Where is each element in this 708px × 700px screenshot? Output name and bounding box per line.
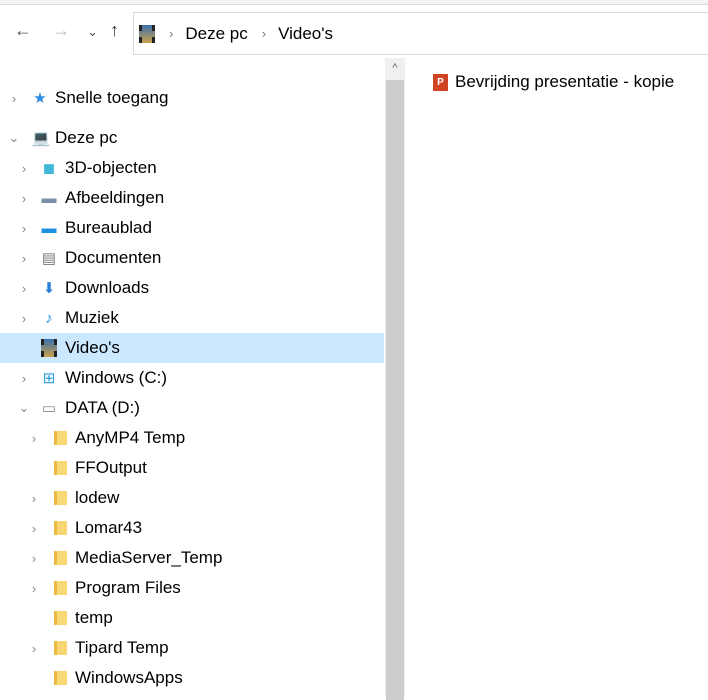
tree-item-deze-pc[interactable]: ⌄ 💻 Deze pc — [0, 123, 384, 153]
title-bar-edge — [0, 0, 708, 5]
folder-icon — [51, 549, 69, 567]
tree-item-program-files[interactable]: › Program Files — [0, 573, 384, 603]
folder-icon — [51, 669, 69, 687]
chevron-right-icon[interactable]: › — [28, 641, 40, 656]
back-button[interactable]: ← — [14, 20, 32, 41]
tree-item-muziek[interactable]: › ♪ Muziek — [0, 303, 384, 333]
forward-button[interactable]: → — [52, 20, 70, 41]
chevron-right-icon[interactable]: › — [18, 221, 30, 236]
tree-item-bureaublad[interactable]: › ▬ Bureaublad — [0, 213, 384, 243]
folder-icon — [51, 459, 69, 477]
tree-item-snelle-toegang[interactable]: › ★ Snelle toegang — [0, 83, 384, 113]
tree-item-afbeeldingen[interactable]: › ▬ Afbeeldingen — [0, 183, 384, 213]
tree-item-windows-c-[interactable]: › ⊞ Windows (C:) — [0, 363, 384, 393]
chevron-right-icon[interactable]: › — [28, 581, 40, 596]
chevron-right-icon[interactable]: › — [18, 161, 30, 176]
tree-item-downloads[interactable]: › ⬇ Downloads — [0, 273, 384, 303]
music-icon: ♪ — [45, 309, 53, 327]
chevron-right-icon[interactable]: › — [18, 191, 30, 206]
folder-icon — [51, 609, 69, 627]
chevron-right-icon[interactable]: › — [18, 371, 30, 386]
chevron-right-icon[interactable]: › — [28, 491, 40, 506]
tree-item-video-s[interactable]: Video's — [0, 333, 384, 363]
scroll-up-arrow-icon[interactable]: ^ — [385, 62, 405, 74]
tree-item-data-d-[interactable]: ⌄ ▭ DATA (D:) — [0, 393, 384, 423]
folder-icon — [51, 579, 69, 597]
tree-item-lomar43[interactable]: › Lomar43 — [0, 513, 384, 543]
breadcrumb-separator: › — [261, 26, 267, 41]
documents-icon: ▤ — [41, 250, 57, 267]
drive-icon: ▭ — [41, 400, 57, 417]
chevron-down-icon[interactable]: ⌄ — [18, 400, 30, 416]
chevron-right-icon[interactable]: › — [28, 431, 40, 446]
computer-icon: 💻 — [31, 130, 51, 147]
pictures-icon: ▬ — [41, 189, 57, 207]
chevron-right-icon[interactable]: › — [18, 281, 30, 296]
navigation-pane: › ★ Snelle toegang ⌄ 💻 Deze pc › ◼ 3D-obje… — [0, 83, 384, 693]
tree-item-windowsapps[interactable]: WindowsApps — [0, 663, 384, 693]
tree-item-mediaserver-temp[interactable]: › MediaServer_Temp — [0, 543, 384, 573]
chevron-right-icon[interactable]: › — [28, 521, 40, 536]
scrollbar-thumb[interactable] — [386, 80, 404, 700]
downloads-icon: ⬇ — [42, 280, 56, 297]
chevron-right-icon[interactable]: › — [18, 311, 30, 326]
chevron-down-icon[interactable]: ⌄ — [8, 130, 20, 146]
desktop-icon: ▬ — [41, 219, 57, 237]
breadcrumb-separator: › — [169, 26, 174, 41]
tree-item-temp[interactable]: temp — [0, 603, 384, 633]
tree-item-lodew[interactable]: › lodew — [0, 483, 384, 513]
chevron-right-icon[interactable]: › — [28, 551, 40, 566]
chevron-right-icon[interactable]: › — [8, 91, 20, 106]
tree-item-anymp4-temp[interactable]: › AnyMP4 Temp — [0, 423, 384, 453]
powerpoint-icon: P — [433, 73, 448, 91]
folder-icon — [51, 489, 69, 507]
folder-icon — [51, 639, 69, 657]
windows-drive-icon: ⊞ — [42, 370, 56, 387]
videos-icon — [139, 24, 155, 43]
breadcrumb-videos[interactable]: Video's — [278, 24, 333, 44]
folder-icon — [51, 429, 69, 447]
folder-icon — [51, 519, 69, 537]
up-button[interactable]: ↑ — [110, 20, 119, 41]
navigation-scrollbar[interactable]: ^ — [385, 58, 405, 700]
address-bar[interactable]: › Deze pc › Video's — [133, 12, 708, 55]
tree-item-tipard-temp[interactable]: › Tipard Temp — [0, 633, 384, 663]
breadcrumb-deze-pc[interactable]: Deze pc — [185, 24, 247, 44]
file-name: Bevrijding presentatie - kopie — [455, 72, 675, 91]
cube-icon: ◼ — [42, 160, 56, 177]
videos-icon — [40, 339, 58, 357]
star-icon: ★ — [33, 90, 47, 107]
recent-locations-button[interactable]: ⌄ — [87, 24, 98, 40]
tree-item-3d-objecten[interactable]: › ◼ 3D-objecten — [0, 153, 384, 183]
chevron-right-icon[interactable]: › — [18, 251, 30, 266]
tree-item-ffoutput[interactable]: FFOutput — [0, 453, 384, 483]
file-item[interactable]: P Bevrijding presentatie - kopie — [433, 72, 674, 92]
tree-item-documenten[interactable]: › ▤ Documenten — [0, 243, 384, 273]
